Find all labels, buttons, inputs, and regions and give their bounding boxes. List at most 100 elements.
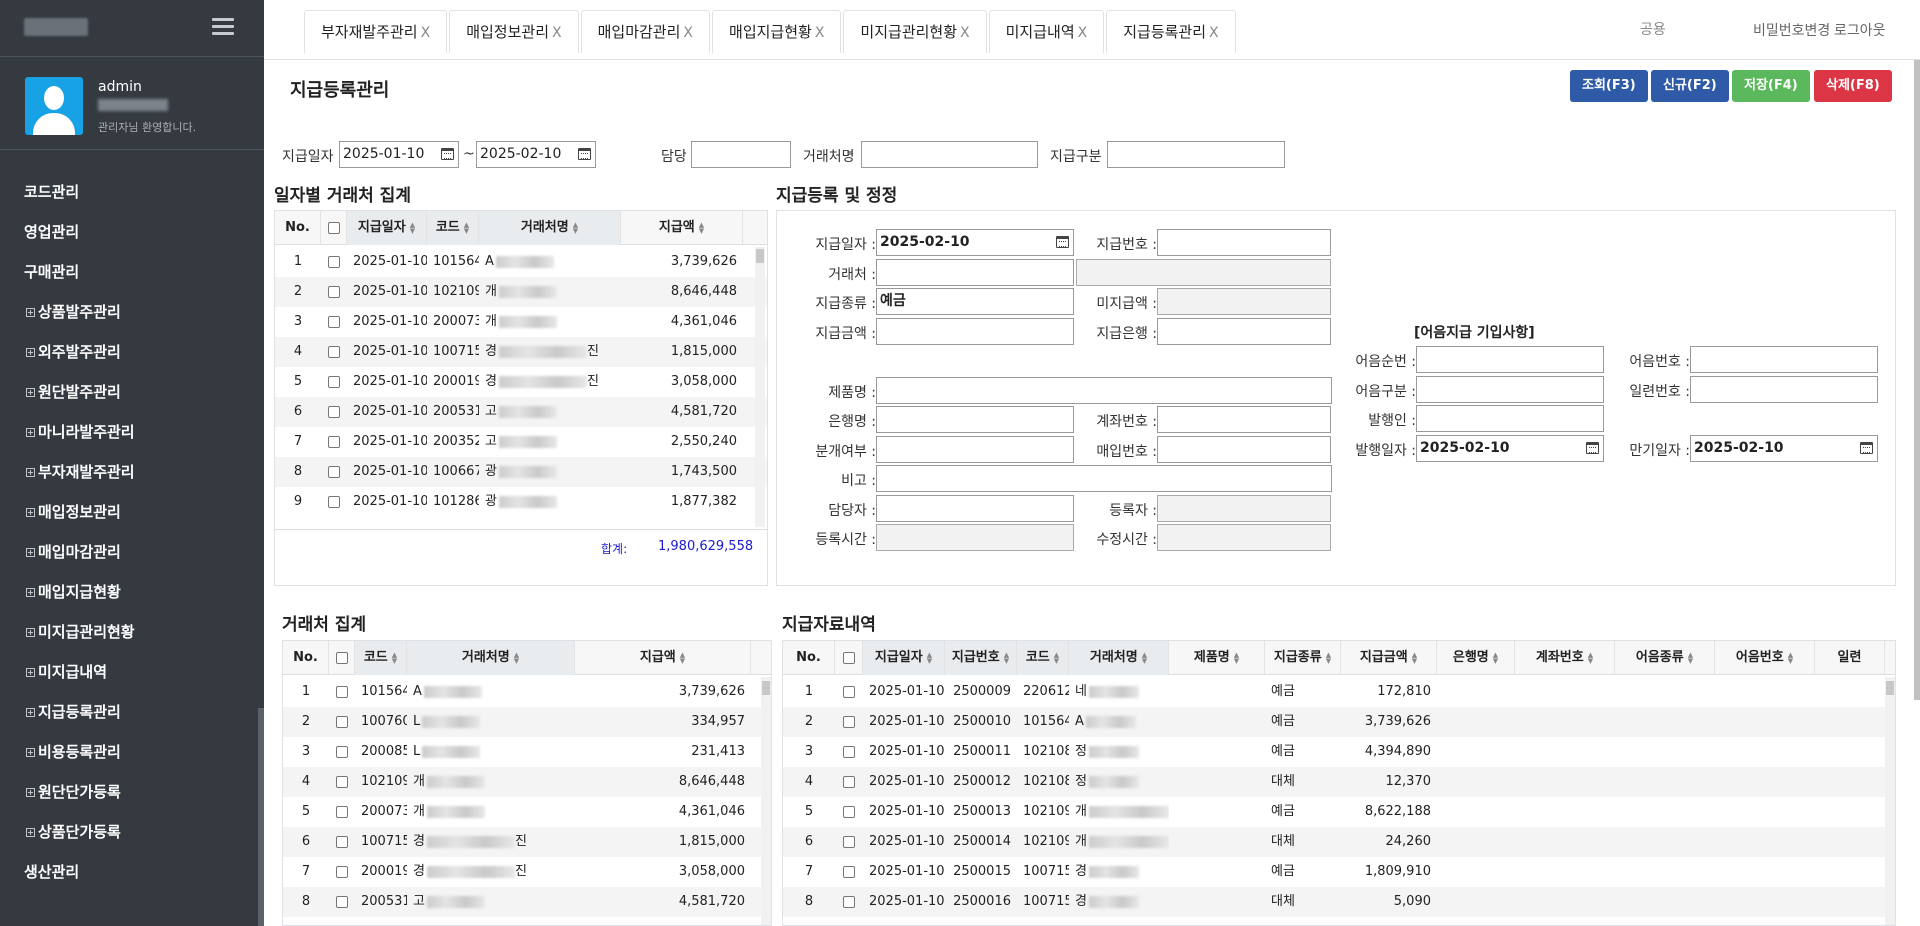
row-checkbox[interactable] — [336, 865, 348, 878]
column-header[interactable]: 지급액 ▲ ▼ — [575, 641, 751, 675]
column-header[interactable]: No. — [283, 641, 329, 675]
column-header[interactable]: 계좌번호 ▲ ▼ — [1515, 641, 1615, 675]
column-header[interactable] — [321, 211, 347, 245]
pay-amount-input[interactable] — [876, 318, 1074, 345]
sort-icon[interactable]: ▲ ▼ — [699, 221, 704, 234]
table-row[interactable]: 7 2025-01-10 200352 고 2,550,240 — [275, 427, 767, 457]
account-no-input[interactable] — [1157, 406, 1331, 433]
tab[interactable]: 매입마감관리 X — [580, 10, 711, 53]
bill-due-date-input[interactable]: 2025-02-10 — [1690, 435, 1878, 462]
client-input[interactable] — [876, 259, 1074, 286]
sidebar-item[interactable]: 부자재발주관리 — [0, 452, 264, 492]
table-row[interactable]: 2 100760 L 334,957 — [283, 707, 771, 737]
table-row[interactable]: 6 2025-01-10 200531 고 4,581,720 — [275, 397, 767, 427]
tab-close-icon[interactable]: X — [552, 25, 562, 41]
table-row[interactable]: 2 2025-01-10 102109 개 8,646,448 — [275, 277, 767, 307]
tab-close-icon[interactable]: X — [1209, 25, 1219, 41]
column-header[interactable]: 지급금액 ▲ ▼ — [1341, 641, 1437, 675]
sidebar-item[interactable]: 매입지급현황 — [0, 572, 264, 612]
bill-seq-input[interactable] — [1416, 346, 1604, 373]
filter-manager-input[interactable] — [691, 141, 791, 168]
sort-icon[interactable]: ▲ ▼ — [1054, 651, 1059, 664]
row-checkbox[interactable] — [336, 805, 348, 818]
bill-no-input[interactable] — [1690, 346, 1878, 373]
table-row[interactable]: 5 2025-01-10 200019 경 진 3,058,000 — [275, 367, 767, 397]
calendar-icon[interactable] — [1056, 236, 1069, 248]
row-checkbox[interactable] — [336, 895, 348, 908]
sidebar-item[interactable]: 생산관리 — [0, 852, 264, 892]
calendar-icon[interactable] — [1860, 442, 1873, 454]
row-checkbox[interactable] — [336, 715, 348, 728]
column-header[interactable]: 어음번호 ▲ ▼ — [1715, 641, 1815, 675]
bill-serial-input[interactable] — [1690, 376, 1878, 403]
tab[interactable]: 부자재발주관리 X — [304, 10, 448, 53]
table-row[interactable]: 1 101564 A 3,739,626 — [283, 677, 771, 707]
bill-issue-date-input[interactable]: 2025-02-10 — [1416, 435, 1604, 462]
row-checkbox[interactable] — [843, 895, 855, 908]
sort-icon[interactable]: ▲ ▼ — [573, 221, 578, 234]
table-row[interactable]: 6 2025-01-10 2500014 102109개감 대체 24,260 — [783, 827, 1895, 857]
column-header[interactable]: 은행명 ▲ ▼ — [1437, 641, 1515, 675]
row-checkbox[interactable] — [328, 315, 340, 328]
column-header[interactable] — [329, 641, 355, 675]
row-checkbox[interactable] — [336, 835, 348, 848]
sidebar-item[interactable]: 지급등록관리 — [0, 692, 264, 732]
row-checkbox[interactable] — [328, 255, 340, 268]
column-header[interactable]: 지급일자 ▲ ▼ — [347, 211, 427, 245]
tab-close-icon[interactable]: X — [683, 25, 693, 41]
new-button[interactable]: 신규(F2) — [1651, 70, 1729, 102]
pay-type-input[interactable]: 예금 — [876, 288, 1074, 315]
table-row[interactable]: 2 2025-01-10 2500010 101564 A 예금 3,739,626 — [783, 707, 1895, 737]
column-header[interactable]: 제품명 ▲ ▼ — [1169, 641, 1265, 675]
product-input[interactable] — [876, 377, 1332, 404]
sort-icon[interactable]: ▲ ▼ — [464, 221, 469, 234]
manager-input[interactable] — [876, 495, 1074, 522]
row-checkbox[interactable] — [843, 715, 855, 728]
filter-date-to[interactable]: 2025-02-10 — [476, 141, 596, 168]
purchase-no-input[interactable] — [1157, 436, 1331, 463]
sort-icon[interactable]: ▲ ▼ — [1588, 651, 1593, 664]
column-header[interactable]: No. — [275, 211, 321, 245]
table-row[interactable]: 9 2025-01-10 101286 광 1,877,382 — [275, 487, 767, 517]
table-row[interactable]: 3 2025-01-10 2500011 102108 정 예금 4,394,890 — [783, 737, 1895, 767]
scroll-thumb[interactable] — [1886, 681, 1894, 695]
delete-button[interactable]: 삭제(F8) — [1814, 70, 1892, 102]
sidebar-item[interactable]: 매입마감관리 — [0, 532, 264, 572]
pay-date-input[interactable]: 2025-02-10 — [876, 229, 1074, 256]
calendar-icon[interactable] — [441, 148, 454, 160]
scroll-thumb[interactable] — [756, 249, 764, 263]
row-checkbox[interactable] — [328, 285, 340, 298]
filter-type-input[interactable] — [1107, 141, 1285, 168]
column-header[interactable]: 지급일자 ▲ ▼ — [863, 641, 945, 675]
sort-icon[interactable]: ▲ ▼ — [1788, 651, 1793, 664]
table-row[interactable]: 3 200085 L 231,413 — [283, 737, 771, 767]
tab-close-icon[interactable]: X — [421, 25, 431, 41]
sidebar-item[interactable]: 영업관리 — [0, 212, 264, 252]
tab[interactable]: 미지급관리현황 X — [843, 10, 987, 53]
sidebar-item[interactable]: 마니라발주관리 — [0, 412, 264, 452]
sort-icon[interactable]: ▲ ▼ — [1326, 651, 1331, 664]
hamburger-menu-icon[interactable] — [212, 18, 234, 36]
sidebar-item[interactable]: 비용등록관리 — [0, 732, 264, 772]
filter-date-from[interactable]: 2025-01-10 — [339, 141, 459, 168]
column-header[interactable]: 거래처명 ▲ ▼ — [1069, 641, 1169, 675]
tab-close-icon[interactable]: X — [815, 25, 825, 41]
pay-bank-input[interactable] — [1157, 318, 1331, 345]
select-all-checkbox[interactable] — [327, 221, 340, 234]
bill-kind-input[interactable] — [1416, 376, 1604, 403]
sort-icon[interactable]: ▲ ▼ — [927, 651, 932, 664]
tab-close-icon[interactable]: X — [1078, 25, 1088, 41]
search-button[interactable]: 조회(F3) — [1570, 70, 1648, 102]
column-header[interactable]: 일련 — [1815, 641, 1885, 675]
row-checkbox[interactable] — [843, 835, 855, 848]
sidebar-item[interactable]: 미지급관리현황 — [0, 612, 264, 652]
column-header[interactable]: 코드 ▲ ▼ — [427, 211, 479, 245]
column-header[interactable]: 지급액 ▲ ▼ — [621, 211, 743, 245]
grid-scrollbar[interactable] — [1885, 677, 1895, 925]
sort-icon[interactable]: ▲ ▼ — [1142, 651, 1147, 664]
column-header[interactable]: No. — [783, 641, 835, 675]
table-row[interactable]: 3 2025-01-10 200073 개 4,361,046 — [275, 307, 767, 337]
page-scrollbar[interactable] — [1914, 60, 1920, 700]
sort-icon[interactable]: ▲ ▼ — [1412, 651, 1417, 664]
table-row[interactable]: 4 102109 개 8,646,448 — [283, 767, 771, 797]
